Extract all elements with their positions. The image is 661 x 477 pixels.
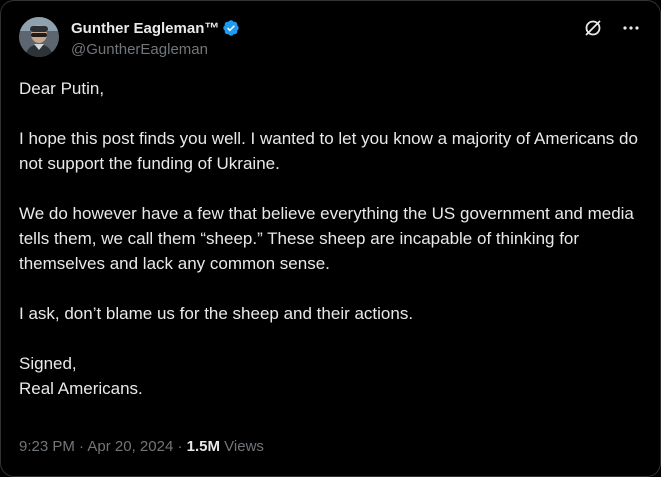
post-text: Dear Putin, I hope this post finds you w… bbox=[19, 76, 639, 401]
meta-separator: · bbox=[177, 438, 183, 455]
post-header: Gunther Eagleman™ @GuntherEagleman bbox=[19, 17, 642, 65]
avatar[interactable] bbox=[19, 17, 59, 57]
signoff-line: Real Americans. bbox=[19, 379, 143, 398]
avatar-image bbox=[19, 17, 59, 57]
views-count[interactable]: 1.5M bbox=[187, 438, 220, 455]
post-meta: 9:23 PM · Apr 20, 2024 · 1.5M Views bbox=[19, 438, 264, 455]
header-actions bbox=[582, 17, 642, 39]
post-paragraph: I ask, don’t blame us for the sheep and … bbox=[19, 304, 414, 323]
post-date[interactable]: Apr 20, 2024 bbox=[87, 438, 173, 455]
display-name-row: Gunther Eagleman™ bbox=[71, 18, 240, 38]
views-label: Views bbox=[224, 438, 264, 455]
post-paragraph: We do however have a few that believe ev… bbox=[19, 204, 634, 273]
more-icon[interactable] bbox=[620, 17, 642, 39]
post-time[interactable]: 9:23 PM bbox=[19, 438, 75, 455]
grok-icon[interactable] bbox=[582, 17, 604, 39]
meta-separator: · bbox=[79, 438, 85, 455]
post-greeting: Dear Putin, bbox=[19, 79, 105, 98]
signoff-line: Signed, bbox=[19, 354, 77, 373]
display-name[interactable]: Gunther Eagleman™ bbox=[71, 20, 219, 37]
post-paragraph: I hope this post finds you well. I wante… bbox=[19, 129, 638, 173]
post-card: Gunther Eagleman™ @GuntherEagleman Dear … bbox=[0, 0, 661, 477]
author-block: Gunther Eagleman™ @GuntherEagleman bbox=[71, 18, 240, 58]
post-signoff: Signed, Real Americans. bbox=[19, 351, 639, 401]
handle[interactable]: @GuntherEagleman bbox=[71, 41, 240, 58]
verified-badge-icon[interactable] bbox=[222, 19, 240, 37]
